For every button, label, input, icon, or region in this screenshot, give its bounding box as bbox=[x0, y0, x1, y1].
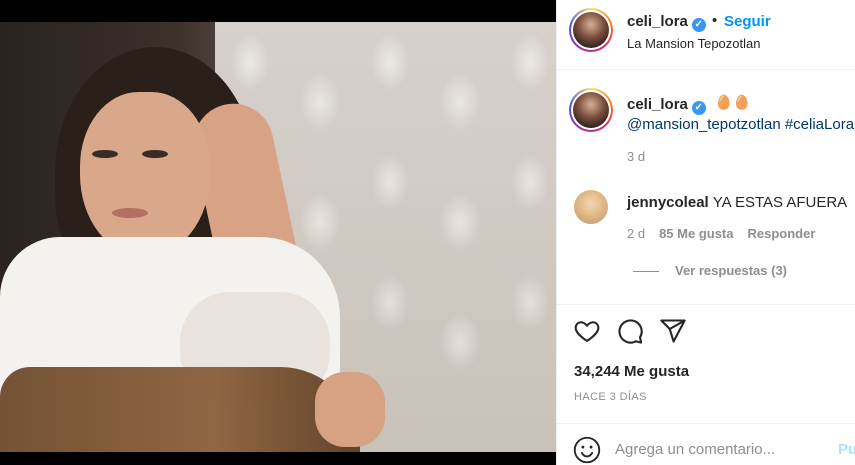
heart-icon[interactable] bbox=[573, 317, 601, 345]
replies-divider bbox=[633, 271, 659, 273]
share-icon[interactable] bbox=[659, 317, 687, 345]
post-photo-pane bbox=[0, 0, 556, 465]
comment-icon[interactable] bbox=[616, 317, 644, 345]
likes-count[interactable]: 34,244 Me gusta bbox=[574, 363, 689, 380]
post-image[interactable] bbox=[0, 22, 556, 452]
woman-face bbox=[80, 92, 210, 257]
post-header: celi_lora ✓ • Seguir La Mansion Tepozotla… bbox=[557, 0, 855, 70]
commenter-username[interactable]: jennycoleal bbox=[627, 194, 709, 211]
comment-meta: 2 d 85 Me gusta Responder bbox=[627, 226, 829, 241]
caption-username[interactable]: celi_lora ✓ bbox=[627, 96, 706, 115]
post-comment-button[interactable]: Pu bbox=[838, 441, 855, 458]
header-separator: • bbox=[712, 12, 718, 29]
woman-hand bbox=[315, 372, 385, 447]
woman-left-eye bbox=[92, 150, 118, 158]
view-replies-button[interactable]: Ver respuestas (3) bbox=[633, 263, 787, 278]
wooden-chair bbox=[0, 367, 360, 452]
caption-avatar[interactable] bbox=[569, 88, 613, 132]
post-caption: celi_lora ✓ 🥚🥚 @mansion_tepotzotlan #celi… bbox=[557, 70, 855, 174]
comment-body: jennycoleal YA ESTAS AFUERA bbox=[627, 194, 847, 211]
verified-badge-icon: ✓ bbox=[691, 18, 706, 32]
view-replies-label: Ver respuestas (3) bbox=[675, 263, 788, 278]
caption-emoji: 🥚🥚 bbox=[715, 94, 752, 110]
follow-button[interactable]: Seguir bbox=[724, 13, 771, 30]
header-avatar[interactable] bbox=[569, 8, 613, 52]
comment-likes[interactable]: 85 Me gusta bbox=[659, 226, 733, 241]
comment-input[interactable] bbox=[615, 436, 815, 462]
header-username[interactable]: celi_lora ✓ bbox=[627, 13, 706, 32]
post-location[interactable]: La Mansion Tepozotlan bbox=[627, 36, 760, 51]
post-actions: 34,244 Me gusta HACE 3 DÍAS bbox=[557, 304, 855, 414]
post-side-panel: celi_lora ✓ • Seguir La Mansion Tepozotla… bbox=[556, 0, 855, 465]
comment-text: YA ESTAS AFUERA bbox=[712, 194, 848, 211]
caption-timestamp[interactable]: 3 d bbox=[627, 149, 645, 164]
woman-lips bbox=[112, 208, 148, 218]
verified-badge-icon: ✓ bbox=[691, 101, 706, 115]
reply-button[interactable]: Responder bbox=[748, 226, 816, 241]
commenter-avatar[interactable] bbox=[574, 190, 608, 224]
woman-right-eye bbox=[142, 150, 168, 158]
comment-time[interactable]: 2 d bbox=[627, 226, 645, 241]
post-date[interactable]: HACE 3 DÍAS bbox=[574, 391, 647, 403]
emoji-icon[interactable] bbox=[573, 436, 601, 464]
comment-item: jennycoleal YA ESTAS AFUERA 2 d 85 Me gust… bbox=[557, 186, 855, 296]
caption-hashtags[interactable]: @mansion_tepotzotlan #celiaLora bbox=[627, 116, 855, 133]
comment-composer: Pu bbox=[557, 423, 855, 465]
